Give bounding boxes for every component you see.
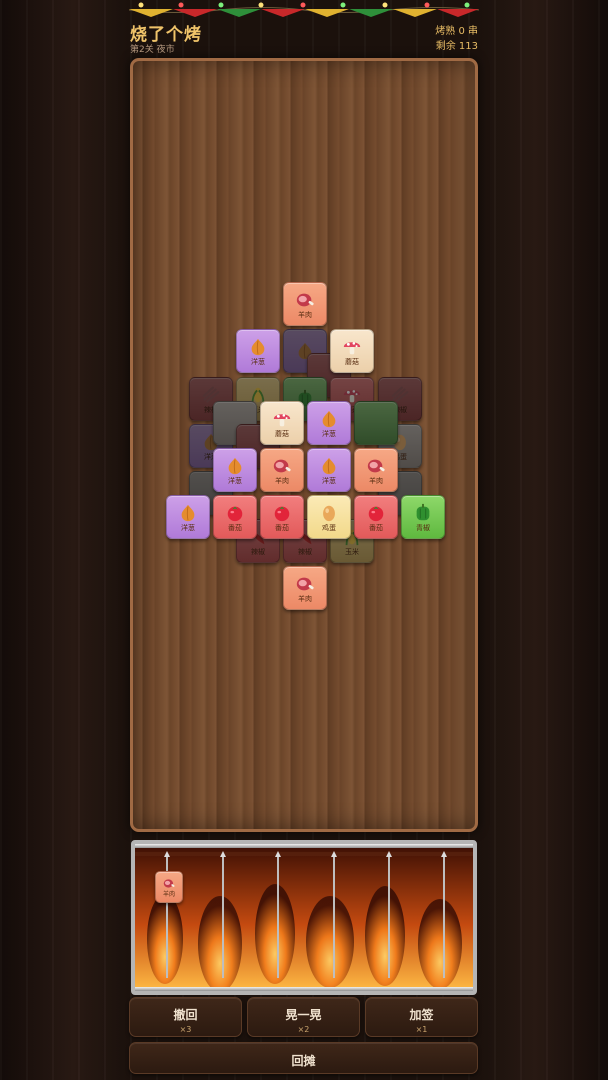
mushroom-icon xyxy=(341,337,363,357)
tile-onion[interactable]: 洋葱 xyxy=(307,401,351,445)
tile-pepper xyxy=(354,401,398,445)
tile-lamb[interactable]: 羊肉 xyxy=(283,566,327,610)
tile-label: 羊肉 xyxy=(298,310,312,319)
tile-label: 鸡蛋 xyxy=(322,523,336,532)
grill-bar-bottom xyxy=(135,987,473,991)
tile-label: 洋葱 xyxy=(322,476,336,485)
tile-mushroom[interactable]: 蘑菇 xyxy=(260,401,304,445)
tile-onion[interactable]: 洋葱 xyxy=(166,495,210,539)
tile-lamb[interactable]: 羊肉 xyxy=(354,448,398,492)
lamb-icon xyxy=(294,574,316,594)
tile-label: 蘑菇 xyxy=(345,357,359,366)
skewer[interactable] xyxy=(386,851,392,978)
tile-label: 洋葱 xyxy=(322,429,336,438)
add-skewer-button[interactable]: 加签 ×1 xyxy=(365,997,478,1037)
tile-onion[interactable]: 洋葱 xyxy=(213,448,257,492)
skewer[interactable] xyxy=(275,851,281,978)
tile-label: 辣椒 xyxy=(298,547,312,556)
pepper-icon xyxy=(412,503,434,523)
mushroom-icon xyxy=(271,409,293,429)
tile-label: 洋葱 xyxy=(251,357,265,366)
tomato-icon xyxy=(224,503,246,523)
fire-flames xyxy=(135,844,473,991)
undo-count: ×3 xyxy=(179,1025,192,1034)
undo-label: 撤回 xyxy=(173,1008,198,1022)
slot-label: 羊肉 xyxy=(162,890,175,898)
tile-label: 羊肉 xyxy=(298,594,312,603)
undo-button[interactable]: 撤回 ×3 xyxy=(129,997,242,1037)
add-skewer-count: ×1 xyxy=(415,1025,428,1034)
grill-bar-top xyxy=(135,844,473,848)
shake-button[interactable]: 晃一晃 ×2 xyxy=(247,997,360,1037)
skewer[interactable] xyxy=(441,851,447,978)
tomato-icon xyxy=(271,503,293,523)
lamb-icon xyxy=(365,456,387,476)
tile-mushroom[interactable]: 蘑菇 xyxy=(330,329,374,373)
tile-onion[interactable]: 洋葱 xyxy=(236,329,280,373)
grill-tray: 羊肉 xyxy=(131,840,477,995)
onion-icon xyxy=(318,456,340,476)
onion-icon xyxy=(247,337,269,357)
tile-tomato[interactable]: 番茄 xyxy=(213,495,257,539)
skewer[interactable] xyxy=(220,851,226,978)
onion-icon xyxy=(318,409,340,429)
shake-label: 晃一晃 xyxy=(285,1008,322,1022)
tile-tomato[interactable]: 番茄 xyxy=(260,495,304,539)
tile-label: 蘑菇 xyxy=(275,429,289,438)
tile-onion[interactable]: 洋葱 xyxy=(307,448,351,492)
tomato-icon xyxy=(365,503,387,523)
game-board: 辣椒 辣椒 洋葱 鸡蛋 辣椒 辣椒 玉米 玉米 蘑菇 羊肉 洋葱 蘑菇 蘑菇 洋… xyxy=(130,58,478,832)
skewered-lamb-tile: 羊肉 xyxy=(155,871,183,903)
lamb-icon xyxy=(162,877,176,890)
skewer[interactable] xyxy=(331,851,337,978)
egg-icon xyxy=(318,503,340,523)
return-stall-button[interactable]: 回摊 xyxy=(129,1042,478,1074)
tile-label: 洋葱 xyxy=(181,523,195,532)
tile-label: 辣椒 xyxy=(251,547,265,556)
tile-label: 番茄 xyxy=(369,523,383,532)
lamb-icon xyxy=(294,290,316,310)
tile-label: 羊肉 xyxy=(275,476,289,485)
add-skewer-label: 加签 xyxy=(409,1008,434,1022)
tile-label: 番茄 xyxy=(275,523,289,532)
shake-count: ×2 xyxy=(297,1025,310,1034)
tile-egg[interactable]: 鸡蛋 xyxy=(307,495,351,539)
tile-label: 番茄 xyxy=(228,523,242,532)
tile-label: 玉米 xyxy=(345,547,359,556)
tile-lamb[interactable]: 羊肉 xyxy=(283,282,327,326)
tile-label: 羊肉 xyxy=(369,476,383,485)
lamb-icon xyxy=(271,456,293,476)
tile-label: 青椒 xyxy=(416,523,430,532)
festive-bunting xyxy=(129,2,479,17)
tile-pepper[interactable]: 青椒 xyxy=(401,495,445,539)
level-subtitle: 第2关 夜市 xyxy=(130,45,175,55)
tile-tomato[interactable]: 番茄 xyxy=(354,495,398,539)
remaining-count: 剩余 113 xyxy=(435,41,478,52)
score-panel: 烤熟 0 串 剩余 113 xyxy=(435,24,478,54)
tile-label: 洋葱 xyxy=(228,476,242,485)
tile-lamb[interactable]: 羊肉 xyxy=(260,448,304,492)
return-stall-label: 回摊 xyxy=(291,1054,316,1068)
onion-icon xyxy=(177,503,199,523)
cooked-count: 烤熟 0 串 xyxy=(435,26,478,37)
onion-icon xyxy=(224,456,246,476)
